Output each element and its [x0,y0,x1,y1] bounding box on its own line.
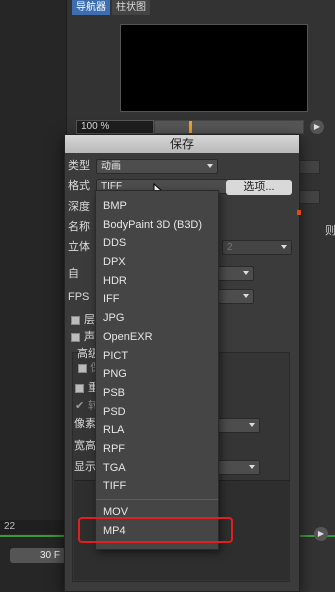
fps-label: FPS [68,291,90,303]
zoom-field[interactable]: 100 % [76,120,154,134]
format-label: 格式 [68,180,90,192]
chevron-down-icon [207,164,213,168]
menu-item-rpf[interactable]: RPF [96,440,218,459]
menu-item-png[interactable]: PNG [96,365,218,384]
type-select-value: 动画 [101,161,121,172]
edge-label: 则 [325,225,335,237]
panel-tabs: 导航器 柱状图 [72,0,150,16]
layer-label: 层 [84,314,95,326]
menu-item-dpx[interactable]: DPX [96,253,218,272]
chevron-down-icon [243,271,249,275]
resample-checkbox[interactable] [75,384,84,393]
pixel-label: 像素 [74,418,96,430]
dialog-title: 保存 [65,135,299,153]
frame-ruler: 22 [0,520,66,534]
chevron-down-icon [249,465,255,469]
stereo-row: 立体 [68,239,98,255]
chevron-down-icon [243,294,249,298]
highlight-box [78,517,233,543]
name-label: 名称 [68,221,90,233]
format-menu: BMP BodyPaint 3D (B3D) DDS DPX HDR IFF J… [95,190,219,550]
name-row: 名称 [68,219,98,235]
menu-item-tiff[interactable]: TIFF [96,477,218,496]
edge-field[interactable] [298,160,320,174]
menu-item-bmp[interactable]: BMP [96,197,218,216]
right-edge-fields [298,160,335,520]
play-icon[interactable]: ▶ [310,120,324,134]
auto-label: 自 [68,268,79,280]
options-button[interactable]: 选项... [226,180,292,195]
type-select[interactable]: 动画 [96,159,218,174]
chevron-down-icon [249,423,255,427]
fps-select[interactable] [218,289,254,304]
menu-item-rla[interactable]: RLA [96,421,218,440]
display-label: 显示 [74,461,96,473]
display-select[interactable] [218,460,260,475]
marker [297,210,301,215]
menu-item-hdr[interactable]: HDR [96,272,218,291]
sound-checkbox[interactable] [71,333,80,342]
aspect-label: 宽高 [74,440,96,452]
play-icon[interactable]: ▶ [314,527,328,541]
stereo-select-value: 2 [227,242,233,253]
tab-histogram[interactable]: 柱状图 [112,0,150,15]
menu-item-dds[interactable]: DDS [96,234,218,253]
auto-row: 自 [68,266,98,282]
stereo-label: 立体 [68,241,90,253]
tab-navigator[interactable]: 导航器 [72,0,110,15]
auto-select[interactable] [218,266,254,281]
depth-row: 深度 [68,199,98,215]
frame-field[interactable]: 30 F [10,548,66,563]
layer-checkbox[interactable] [71,316,80,325]
menu-item-pict[interactable]: PICT [96,347,218,366]
stereo-select[interactable]: 2 [222,240,292,255]
viewport-left [0,0,66,592]
menu-item-b3d[interactable]: BodyPaint 3D (B3D) [96,216,218,235]
zoom-slider-knob[interactable] [189,121,192,133]
save-checkbox[interactable] [78,364,87,373]
chevron-down-icon [281,245,287,249]
menu-item-openexr[interactable]: OpenEXR [96,328,218,347]
menu-separator [96,499,218,500]
zoom-slider[interactable] [154,120,304,134]
menu-item-psb[interactable]: PSB [96,384,218,403]
navigator-preview [120,24,308,112]
depth-label: 深度 [68,201,90,213]
fps-row: FPS [68,289,98,305]
type-label: 类型 [68,160,90,172]
menu-item-psd[interactable]: PSD [96,403,218,422]
edge-field[interactable] [298,190,320,204]
pixel-select[interactable] [218,418,260,433]
menu-item-jpg[interactable]: JPG [96,309,218,328]
check-mark-icon: ✔ [75,400,85,412]
menu-item-tga[interactable]: TGA [96,459,218,478]
sound-label: 声 [84,331,95,343]
zoom-controls: 100 % ▶ [74,120,324,134]
type-row: 类型 动画 [68,158,228,174]
menu-item-iff[interactable]: IFF [96,290,218,309]
